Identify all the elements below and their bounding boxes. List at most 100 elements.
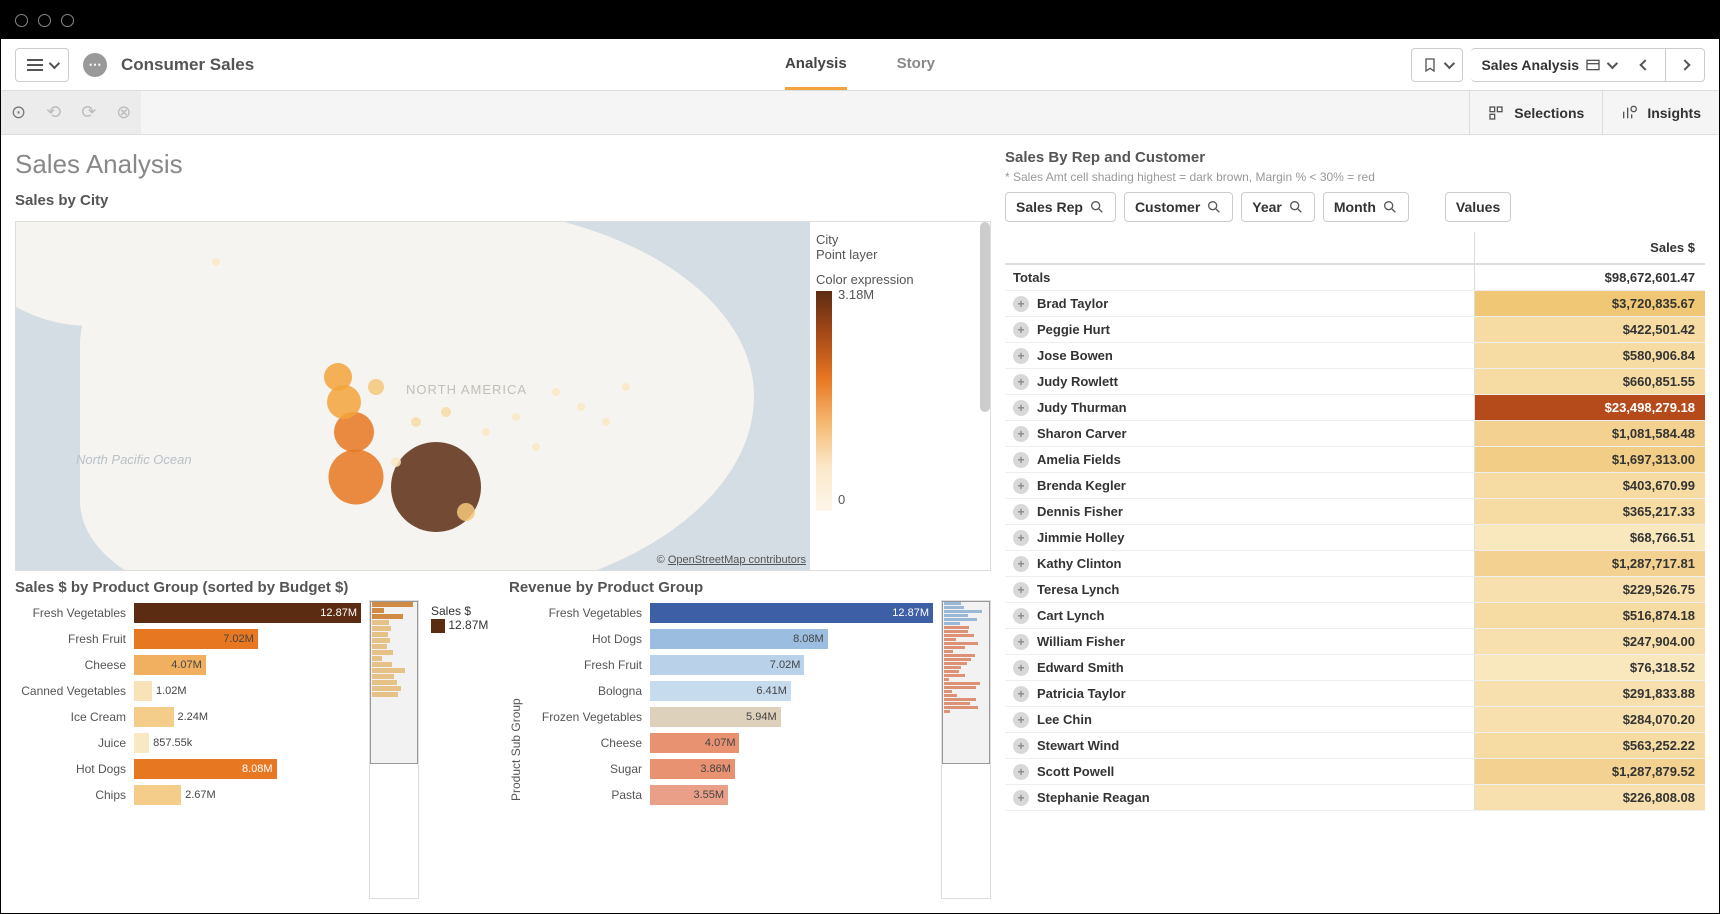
chart2-minimap[interactable] (941, 600, 991, 899)
map-legend: City Point layer Color expression 3.18M … (816, 232, 976, 511)
bar-row[interactable]: Fresh Vegetables12.87M (531, 600, 933, 626)
bar-row[interactable]: Hot Dogs8.08M (15, 756, 361, 782)
filter-sales-rep[interactable]: Sales Rep (1005, 192, 1116, 222)
step-back-icon[interactable]: ⟲ (46, 102, 61, 123)
pivot-row[interactable]: +Judy Rowlett$660,851.55 (1005, 369, 1705, 395)
tab-story[interactable]: Story (897, 39, 935, 90)
pivot-row[interactable]: +Jose Bowen$580,906.84 (1005, 343, 1705, 369)
search-icon (1089, 199, 1105, 215)
pivot-row[interactable]: +Teresa Lynch$229,526.75 (1005, 577, 1705, 603)
pivot-row[interactable]: +Jimmie Holley$68,766.51 (1005, 525, 1705, 551)
expand-icon[interactable]: + (1013, 504, 1029, 520)
expand-icon[interactable]: + (1013, 348, 1029, 364)
window-minimize-icon[interactable] (38, 14, 51, 27)
pivot-row[interactable]: +Brad Taylor$3,720,835.67 (1005, 291, 1705, 317)
expand-icon[interactable]: + (1013, 296, 1029, 312)
clear-selections-icon[interactable]: ⊗ (116, 102, 131, 123)
smart-search-icon[interactable]: ⊙ (11, 102, 26, 123)
pivot-row[interactable]: +Stewart Wind$563,252.22 (1005, 733, 1705, 759)
pivot-row[interactable]: +Edward Smith$76,318.52 (1005, 655, 1705, 681)
pivot-row[interactable]: +Dennis Fisher$365,217.33 (1005, 499, 1705, 525)
pivot-row[interactable]: +Scott Powell$1,287,879.52 (1005, 759, 1705, 785)
insights-button[interactable]: Insights (1602, 91, 1719, 134)
expand-icon[interactable]: + (1013, 426, 1029, 442)
sales-by-city-map[interactable]: North Pacific Ocean NORTH AMERICA (15, 221, 991, 571)
bar-row[interactable]: Cheese4.07M (15, 652, 361, 678)
bar-row[interactable]: Sugar3.86M (531, 756, 933, 782)
bar-row[interactable]: Frozen Vegetables5.94M (531, 704, 933, 730)
view-tabs: Analysis Story (785, 39, 935, 90)
map-scrollbar[interactable] (980, 222, 990, 412)
tab-analysis[interactable]: Analysis (785, 39, 847, 90)
window-maximize-icon[interactable] (61, 14, 74, 27)
pivot-filter-bar: Sales Rep Customer Year Month Values (1005, 192, 1705, 222)
sheet-selector[interactable]: Sales Analysis (1471, 48, 1625, 82)
expand-icon[interactable]: + (1013, 582, 1029, 598)
expand-icon[interactable]: + (1013, 478, 1029, 494)
chevron-down-icon (49, 57, 60, 68)
pivot-row[interactable]: +Stephanie Reagan$226,808.08 (1005, 785, 1705, 811)
sales-by-product-group-chart[interactable]: Sales $ by Product Group (sorted by Budg… (15, 579, 497, 899)
expand-icon[interactable]: + (1013, 322, 1029, 338)
pivot-table[interactable]: Totals$98,672,601.47+Brad Taylor$3,720,8… (1005, 264, 1705, 899)
bar-row[interactable]: Canned Vegetables1.02M (15, 678, 361, 704)
pivot-subtitle: * Sales Amt cell shading highest = dark … (1005, 170, 1705, 184)
pivot-title: Sales By Rep and Customer (1005, 149, 1705, 166)
expand-icon[interactable]: + (1013, 686, 1029, 702)
pivot-row[interactable]: +Peggie Hurt$422,501.42 (1005, 317, 1705, 343)
osm-link[interactable]: OpenStreetMap contributors (668, 554, 806, 566)
filter-month[interactable]: Month (1323, 192, 1409, 222)
pivot-row[interactable]: +Cart Lynch$516,874.18 (1005, 603, 1705, 629)
pivot-row[interactable]: +Patricia Taylor$291,833.88 (1005, 681, 1705, 707)
expand-icon[interactable]: + (1013, 374, 1029, 390)
pivot-row[interactable]: +Judy Thurman$23,498,279.18 (1005, 395, 1705, 421)
expand-icon[interactable]: + (1013, 712, 1029, 728)
bar-row[interactable]: Fresh Vegetables12.87M (15, 600, 361, 626)
expand-icon[interactable]: + (1013, 660, 1029, 676)
expand-icon[interactable]: + (1013, 530, 1029, 546)
top-bar: ⋯ Consumer Sales Analysis Story Sales An… (1, 39, 1719, 91)
chart1-minimap[interactable] (369, 600, 419, 899)
expand-icon[interactable]: + (1013, 738, 1029, 754)
pivot-col-header: Sales $ (1475, 232, 1705, 263)
bar-row[interactable]: Juice857.55k (15, 730, 361, 756)
filter-year[interactable]: Year (1241, 192, 1315, 222)
bar-row[interactable]: Pasta3.55M (531, 782, 933, 808)
bar-row[interactable]: Hot Dogs8.08M (531, 626, 933, 652)
pivot-row[interactable]: +Amelia Fields$1,697,313.00 (1005, 447, 1705, 473)
pivot-row[interactable]: +Lee Chin$284,070.20 (1005, 707, 1705, 733)
revenue-by-product-group-chart[interactable]: Revenue by Product Group Product Sub Gro… (509, 579, 991, 899)
pivot-row[interactable]: +Sharon Carver$1,081,584.48 (1005, 421, 1705, 447)
menu-button[interactable] (15, 48, 69, 82)
bar-row[interactable]: Fresh Fruit7.02M (531, 652, 933, 678)
pivot-row[interactable]: +William Fisher$247,904.00 (1005, 629, 1705, 655)
step-forward-icon[interactable]: ⟳ (81, 102, 96, 123)
bar-row[interactable]: Ice Cream2.24M (15, 704, 361, 730)
expand-icon[interactable]: + (1013, 608, 1029, 624)
pivot-row[interactable]: +Brenda Kegler$403,670.99 (1005, 473, 1705, 499)
hamburger-icon (27, 59, 43, 71)
values-button[interactable]: Values (1445, 192, 1511, 222)
search-icon (1382, 199, 1398, 215)
expand-icon[interactable]: + (1013, 764, 1029, 780)
bar-row[interactable]: Chips2.67M (15, 782, 361, 808)
search-icon (1206, 199, 1222, 215)
bookmarks-button[interactable] (1411, 48, 1463, 82)
filter-customer[interactable]: Customer (1124, 192, 1233, 222)
bar-row[interactable]: Bologna6.41M (531, 678, 933, 704)
pivot-row[interactable]: +Kathy Clinton$1,287,717.81 (1005, 551, 1705, 577)
next-sheet-button[interactable] (1665, 48, 1705, 82)
bar-row[interactable]: Cheese4.07M (531, 730, 933, 756)
insights-icon (1621, 105, 1637, 121)
selections-tool-button[interactable]: Selections (1469, 91, 1602, 134)
expand-icon[interactable]: + (1013, 400, 1029, 416)
sheet-name: Sales Analysis (1481, 57, 1579, 73)
expand-icon[interactable]: + (1013, 790, 1029, 806)
expand-icon[interactable]: + (1013, 634, 1029, 650)
prev-sheet-button[interactable] (1625, 48, 1665, 82)
window-close-icon[interactable] (15, 14, 28, 27)
expand-icon[interactable]: + (1013, 556, 1029, 572)
bar-row[interactable]: Fresh Fruit7.02M (15, 626, 361, 652)
search-icon (1288, 199, 1304, 215)
expand-icon[interactable]: + (1013, 452, 1029, 468)
